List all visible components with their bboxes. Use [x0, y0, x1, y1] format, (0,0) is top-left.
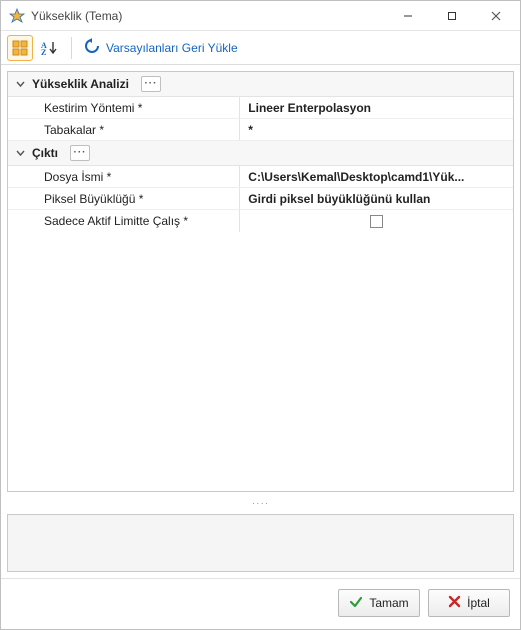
property-label: Tabakalar *: [8, 119, 240, 140]
property-value[interactable]: Girdi piksel büyüklüğünü kullan: [240, 188, 513, 209]
cancel-label: İptal: [467, 596, 490, 610]
ok-button[interactable]: Tamam: [338, 589, 420, 617]
ellipsis-icon: ···: [74, 148, 87, 158]
property-label: Dosya İsmi *: [8, 166, 240, 187]
description-panel: [7, 514, 514, 572]
grip-icon: ····: [252, 498, 269, 509]
alpha-sort-button[interactable]: A Z: [37, 35, 63, 61]
titlebar: Yükseklik (Tema): [1, 1, 520, 31]
toolbar-separator: [71, 37, 72, 59]
restore-defaults-label: Varsayılanları Geri Yükle: [106, 41, 238, 55]
group-header-analysis[interactable]: Yükseklik Analizi ···: [8, 72, 513, 97]
cancel-button[interactable]: İptal: [428, 589, 510, 617]
property-row[interactable]: Piksel Büyüklüğü * Girdi piksel büyüklüğ…: [8, 188, 513, 210]
property-value[interactable]: [240, 210, 513, 232]
check-icon: [349, 595, 363, 612]
property-label: Kestirim Yöntemi *: [8, 97, 240, 118]
property-value[interactable]: Lineer Enterpolasyon: [240, 97, 513, 118]
property-value[interactable]: C:\Users\Kemal\Desktop\camd1\Yük...: [240, 166, 513, 187]
minimize-button[interactable]: [386, 2, 430, 30]
group-options-button[interactable]: ···: [141, 76, 161, 92]
property-row[interactable]: Dosya İsmi * C:\Users\Kemal\Desktop\camd…: [8, 166, 513, 188]
property-row[interactable]: Tabakalar * *: [8, 119, 513, 141]
window-title: Yükseklik (Tema): [31, 9, 386, 23]
group-title: Çıktı: [32, 146, 58, 160]
property-row[interactable]: Sadece Aktif Limitte Çalış *: [8, 210, 513, 232]
property-row[interactable]: Kestirim Yöntemi * Lineer Enterpolasyon: [8, 97, 513, 119]
ellipsis-icon: ···: [144, 79, 157, 89]
property-grid: Yükseklik Analizi ··· Kestirim Yöntemi *…: [7, 71, 514, 492]
restore-defaults-link[interactable]: Varsayılanları Geri Yükle: [80, 34, 242, 61]
group-header-output[interactable]: Çıktı ···: [8, 141, 513, 166]
chevron-down-icon[interactable]: [14, 78, 26, 90]
content-area: Yükseklik Analizi ··· Kestirim Yöntemi *…: [1, 65, 520, 578]
categorized-view-button[interactable]: [7, 35, 33, 61]
app-icon: [9, 8, 25, 24]
dialog-window: Yükseklik (Tema): [0, 0, 521, 630]
cross-icon: [448, 595, 461, 611]
chevron-down-icon[interactable]: [14, 147, 26, 159]
restore-icon: [84, 38, 100, 57]
property-label: Sadece Aktif Limitte Çalış *: [8, 210, 240, 232]
maximize-button[interactable]: [430, 2, 474, 30]
dialog-button-bar: Tamam İptal: [1, 578, 520, 629]
property-label: Piksel Büyüklüğü *: [8, 188, 240, 209]
property-value[interactable]: *: [240, 119, 513, 140]
svg-text:Z: Z: [41, 48, 46, 56]
toolbar: A Z Varsayılanları Geri Yükle: [1, 31, 520, 65]
splitter-handle[interactable]: ····: [7, 498, 514, 508]
ok-label: Tamam: [369, 596, 408, 610]
group-options-button[interactable]: ···: [70, 145, 90, 161]
group-title: Yükseklik Analizi: [32, 77, 129, 91]
checkbox[interactable]: [370, 215, 383, 228]
window-controls: [386, 2, 518, 30]
close-button[interactable]: [474, 2, 518, 30]
